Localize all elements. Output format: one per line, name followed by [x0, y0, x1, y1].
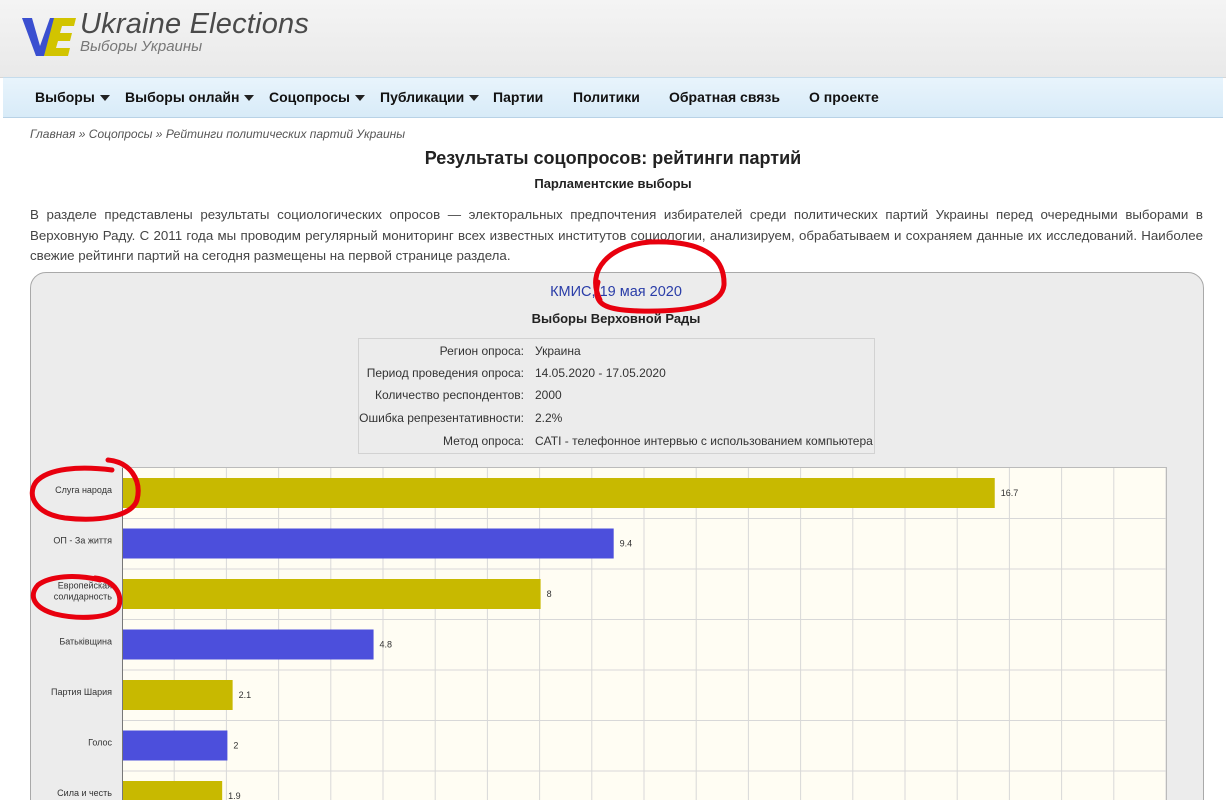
category-label: Европейская солидарность: [54, 581, 113, 602]
page-title: Результаты соцопросов: рейтинги партий: [424, 148, 802, 168]
breadcrumb-separator: »: [78, 127, 86, 141]
caret-down-icon: [354, 95, 365, 102]
info-value: CATI - телефонное интервью с использован…: [535, 434, 873, 448]
info-row: Период проведения опроса: 14.05.2020 - 1…: [359, 362, 874, 384]
breadcrumb-section-link[interactable]: Соцопросы: [89, 127, 153, 141]
bar-value-label: 2: [233, 741, 238, 751]
nav-item-publications[interactable]: Публикации: [380, 78, 480, 117]
nav-item-label: О проекте: [809, 89, 879, 105]
breadcrumb-separator: »: [155, 127, 163, 141]
nav-item-label: Публикации: [380, 89, 465, 105]
info-row: Регион опроса: Украина: [359, 340, 874, 362]
site-title[interactable]: Ukraine Elections: [80, 8, 309, 41]
breadcrumb-current: Рейтинги политических партий Украины: [165, 127, 406, 141]
nav-item-about[interactable]: О проекте: [809, 78, 879, 117]
category-label: Голос: [88, 738, 112, 748]
info-value: Украина: [535, 344, 581, 358]
site-subtitle: Выборы Украины: [80, 38, 203, 55]
info-value: 2000: [535, 388, 562, 402]
bar-value-label: 4.8: [380, 640, 393, 650]
caret-down-icon: [469, 95, 480, 102]
bar[interactable]: [123, 528, 614, 559]
info-row: Метод опроса: CATI - телефонное интервью…: [359, 430, 874, 452]
nav-item-politicians[interactable]: Политики: [573, 78, 640, 117]
info-value: 2.2%: [535, 411, 563, 425]
bar[interactable]: [123, 680, 233, 710]
site-header: Ukraine Elections Выборы Украины: [0, 0, 1226, 78]
bar-value-label: 1.9: [228, 791, 241, 800]
caret-down-icon: [244, 95, 255, 102]
info-row: Количество респондентов: 2000: [359, 384, 874, 406]
category-label: ОП - За життя: [53, 536, 112, 546]
bar[interactable]: [123, 730, 228, 761]
bar[interactable]: [123, 781, 223, 800]
bar-value-label: 2.1: [239, 690, 252, 700]
nav-item-elections-online[interactable]: Выборы онлайн: [125, 78, 255, 117]
nav-item-elections[interactable]: Выборы: [35, 78, 110, 117]
ratings-chart: 16.7 9.4 8 4.8 2.1 2 1.9: [122, 467, 1167, 800]
category-label: Слуга народа: [55, 485, 112, 495]
nav-item-parties[interactable]: Партии: [493, 78, 543, 117]
nav-item-label: Выборы: [35, 89, 95, 105]
bar-value-label: 9.4: [620, 539, 633, 549]
nav-item-label: Выборы онлайн: [125, 89, 240, 105]
category-label: Батьківщина: [59, 637, 112, 647]
info-label: Метод опроса:: [442, 434, 524, 448]
info-label: Количество респондентов:: [375, 388, 524, 402]
bar[interactable]: [123, 478, 995, 508]
nav-item-label: Политики: [573, 89, 640, 105]
chart-category-labels: Слуга народа ОП - За життя Европейская соли…: [51, 485, 113, 798]
poll-title-link[interactable]: КМИС, 19 мая 2020: [0, 284, 1226, 300]
bar-value-label: 16.7: [1001, 488, 1019, 498]
page-subtitle: Парламентские выборы: [534, 176, 692, 191]
info-label: Регион опроса:: [439, 344, 524, 358]
intro-paragraph: В разделе представлены результаты социол…: [30, 207, 1203, 263]
bar[interactable]: [123, 579, 541, 609]
poll-info-table: Регион опроса: Украина Период проведения…: [358, 338, 875, 454]
info-label: Период проведения опроса:: [366, 366, 524, 380]
nav-item-label: Соцопросы: [269, 89, 350, 105]
info-value: 14.05.2020 - 17.05.2020: [535, 366, 666, 380]
breadcrumb-home-link[interactable]: Главная: [30, 127, 75, 141]
category-label: Сила и честь: [57, 788, 112, 798]
bar[interactable]: [123, 629, 374, 660]
nav-item-label: Партии: [493, 89, 544, 105]
breadcrumb: Главная » Соцопросы » Рейтинги политичес…: [30, 127, 405, 141]
logo-icon[interactable]: [20, 10, 78, 60]
page: Ukraine Elections Выборы Украины Выборы …: [0, 0, 1226, 800]
info-label: Ошибка репрезентативности:: [359, 411, 524, 425]
info-row: Ошибка репрезентативности: 2.2%: [359, 407, 874, 429]
caret-down-icon: [99, 95, 110, 102]
ratings-chart-svg: 16.7 9.4 8 4.8 2.1 2 1.9: [122, 468, 1166, 800]
main-nav: Выборы Выборы онлайн Соцопросы Публикаци…: [3, 77, 1223, 118]
bar-value-label: 8: [547, 589, 552, 599]
category-label: Партия Шария: [51, 687, 112, 697]
nav-item-polls[interactable]: Соцопросы: [269, 78, 365, 117]
nav-item-label: Обратная связь: [669, 89, 780, 105]
poll-subtitle: Выборы Верховной Рады: [531, 311, 701, 326]
nav-item-feedback[interactable]: Обратная связь: [669, 78, 780, 117]
